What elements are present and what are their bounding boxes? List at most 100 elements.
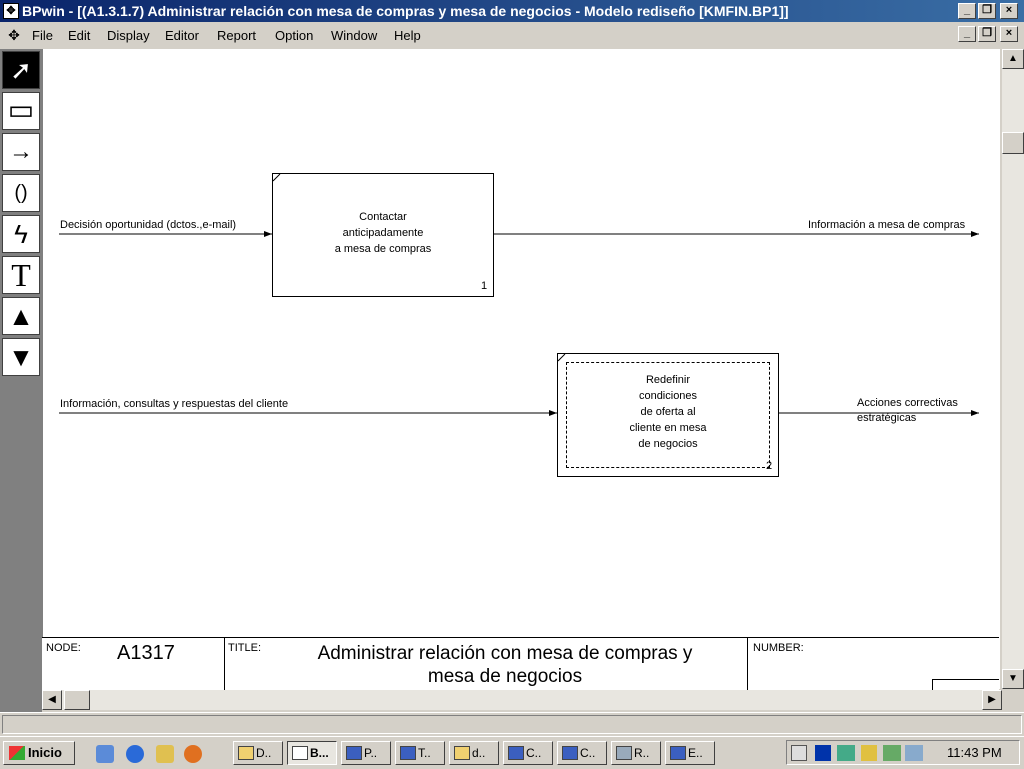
taskbar-btn-word-e[interactable]: E.. — [665, 741, 715, 765]
arrow-label-out1[interactable]: Información a mesa de compras — [808, 219, 965, 231]
activity-1-number: 1 — [481, 280, 488, 292]
title-label: TITLE: — [228, 642, 262, 654]
taskbar-btn-word-t[interactable]: T.. — [395, 741, 445, 765]
taskbar-btn-word-c1[interactable]: C.. — [503, 741, 553, 765]
close-button[interactable]: × — [1000, 3, 1018, 19]
doc-restore-button[interactable]: ❐ — [978, 26, 996, 42]
vertical-scroll-thumb[interactable] — [1002, 132, 1024, 154]
corner-mark-icon — [273, 174, 281, 182]
word-icon — [400, 746, 416, 760]
folder-icon — [238, 746, 254, 760]
diagram-footer: NODE: A1317 TITLE: Administrar relación … — [42, 637, 999, 692]
box-tool-button[interactable]: ▭ — [2, 92, 40, 130]
bpwin-app-icon[interactable]: ✥ — [3, 3, 19, 19]
menu-editor[interactable]: Editor — [165, 28, 199, 43]
lightning-tool-button[interactable]: ϟ — [2, 215, 40, 253]
start-button[interactable]: Inicio — [3, 741, 75, 765]
text-tool-button[interactable]: T — [2, 256, 40, 294]
activity-1-line-1: Contactar — [359, 211, 407, 223]
desktop-quicklaunch-icon[interactable] — [96, 745, 114, 763]
activity-2-line-4: cliente en mesa — [629, 422, 707, 434]
volume-icon[interactable] — [791, 745, 807, 761]
horizontal-scrollbar[interactable]: ◀ ▶ — [42, 690, 1002, 710]
taskbar-btn-bpwin[interactable]: B... — [287, 741, 337, 765]
search-icon — [616, 746, 632, 760]
corner-mark-icon — [558, 354, 566, 362]
menu-window[interactable]: Window — [331, 28, 377, 43]
word-icon — [562, 746, 578, 760]
triangle-up-icon: ▲ — [8, 301, 34, 331]
title-bar[interactable]: ✥ BPwin - [(A1.3.1.7) Administrar relaci… — [0, 0, 1024, 22]
minimize-button[interactable]: _ — [958, 3, 976, 19]
triangle-down-icon: ▼ — [8, 342, 34, 372]
vertical-scrollbar[interactable]: ▲ ▼ — [1002, 49, 1024, 689]
arrow-label-in1[interactable]: Decisión oportunidad (dctos.,e-mail) — [60, 219, 236, 231]
arrow-label-out2-line1[interactable]: Acciones correctivas — [857, 397, 958, 409]
ie-quicklaunch-icon[interactable] — [126, 745, 144, 763]
menu-edit[interactable]: Edit — [68, 28, 90, 43]
printer-icon[interactable] — [883, 745, 901, 761]
network-icon[interactable] — [837, 745, 855, 761]
doc-close-button[interactable]: × — [1000, 26, 1018, 42]
node-value: A1317 — [117, 642, 175, 664]
rectangle-icon: ▭ — [7, 94, 35, 125]
restore-button[interactable]: ❐ — [978, 3, 996, 19]
scroll-down-button[interactable]: ▼ — [1002, 669, 1024, 689]
taskbar-btn-word-c2[interactable]: C.. — [557, 741, 607, 765]
horizontal-scroll-thumb[interactable] — [64, 690, 90, 710]
node-label: NODE: — [46, 642, 81, 654]
media-player-icon[interactable] — [815, 745, 831, 761]
bpwin-icon — [292, 746, 308, 760]
clock[interactable]: 11:43 PM — [947, 745, 1002, 760]
taskbar-btn-word-p[interactable]: P.. — [341, 741, 391, 765]
menu-bar: ✥ File Edit Display Editor Report Option… — [0, 22, 1024, 48]
activity-2-line-5: de negocios — [638, 438, 698, 450]
activity-box-1[interactable]: Contactar anticipadamente a mesa de comp… — [272, 173, 494, 297]
activity-box-2[interactable]: Redefinir condiciones de oferta al clien… — [557, 353, 779, 477]
activity-1-line-2: anticipadamente — [342, 227, 424, 239]
arrow-tool-button[interactable]: → — [2, 133, 40, 171]
diagram-title-line-1: Administrar relación con mesa de compras… — [317, 643, 693, 664]
menu-option[interactable]: Option — [275, 28, 313, 43]
activity-2-line-2: condiciones — [638, 390, 698, 402]
arrow-label-in2[interactable]: Información, consultas y respuestas del … — [60, 398, 288, 410]
pointer-tool-button[interactable]: ➚ — [2, 51, 40, 89]
security-icon[interactable] — [861, 745, 877, 761]
go-down-tool-button[interactable]: ▼ — [2, 338, 40, 376]
text-icon: T — [11, 257, 31, 293]
arrow-label-out2-line2[interactable]: estratégicas — [857, 412, 916, 424]
squiggle-tool-button[interactable]: () — [2, 174, 40, 212]
word-icon — [346, 746, 362, 760]
scroll-left-button[interactable]: ◀ — [42, 690, 62, 710]
menu-report[interactable]: Report — [217, 28, 256, 43]
scroll-right-button[interactable]: ▶ — [982, 690, 1002, 710]
taskbar-btn-folder-2[interactable]: d.. — [449, 741, 499, 765]
outlook-quicklaunch-icon[interactable] — [156, 745, 174, 763]
media-quicklaunch-icon[interactable] — [184, 745, 202, 763]
go-up-tool-button[interactable]: ▲ — [2, 297, 40, 335]
number-cell: NUMBER: — [748, 638, 999, 692]
number-label: NUMBER: — [753, 642, 804, 654]
menu-help[interactable]: Help — [394, 28, 421, 43]
menu-file[interactable]: File — [32, 28, 53, 43]
activity-2-line-3: de oferta al — [640, 406, 696, 418]
connection-icon[interactable] — [905, 745, 923, 761]
parentheses-icon: () — [14, 182, 28, 204]
activity-2-number: 2 — [766, 460, 773, 472]
document-icon[interactable]: ✥ — [4, 26, 24, 44]
diagram-title-line-2: mesa de negocios — [427, 666, 583, 687]
activity-1-line-3: a mesa de compras — [334, 243, 432, 255]
activity-2-line-1: Redefinir — [645, 374, 691, 386]
doc-minimize-button[interactable]: _ — [958, 26, 976, 42]
arrows-layer — [59, 231, 979, 416]
start-label: Inicio — [28, 745, 62, 760]
diagram-canvas[interactable]: Decisión oportunidad (dctos.,e-mail) Inf… — [42, 49, 1000, 689]
scroll-up-button[interactable]: ▲ — [1002, 49, 1024, 69]
status-bar — [0, 712, 1024, 735]
node-cell: NODE: A1317 — [42, 638, 225, 691]
taskbar-btn-folder-1[interactable]: D.. — [233, 741, 283, 765]
menu-display[interactable]: Display — [107, 28, 150, 43]
word-icon — [508, 746, 524, 760]
taskbar-btn-r[interactable]: R.. — [611, 741, 661, 765]
word-icon — [670, 746, 686, 760]
